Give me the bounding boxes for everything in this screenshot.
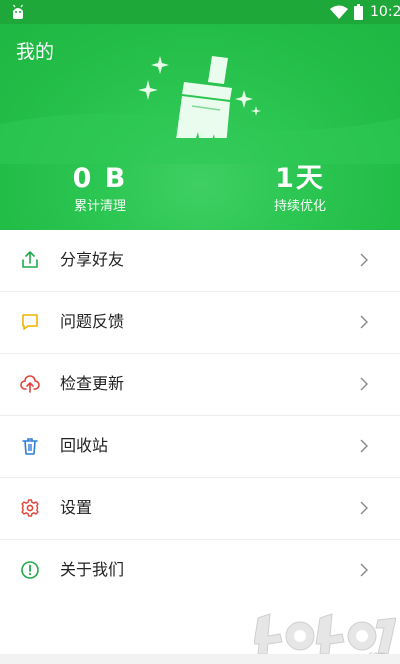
stat-optimized: 1天 持续优化 xyxy=(230,162,370,216)
page-title: 我的 xyxy=(16,41,55,63)
menu-item-about-label: 关于我们 xyxy=(60,560,125,579)
profile-header: 我的 0 B 累计清理 1天 持续优化 xyxy=(0,24,400,230)
stat-optimized-value: 1天 xyxy=(275,163,325,194)
menu-item-settings[interactable]: 设置 xyxy=(0,478,400,540)
chevron-right-icon xyxy=(360,377,368,391)
menu-item-recycle-bin[interactable]: 回收站 xyxy=(0,416,400,478)
stat-cleaned: 0 B 累计清理 xyxy=(30,162,170,216)
chevron-right-icon xyxy=(360,315,368,329)
menu-item-share-label: 分享好友 xyxy=(60,250,125,269)
chevron-right-icon xyxy=(360,253,368,267)
menu-item-update-label: 检查更新 xyxy=(60,374,125,393)
trash-icon xyxy=(22,438,38,455)
gear-icon xyxy=(21,499,39,517)
settings-menu: 分享好友 问题反馈 检查更新 回收站 设置 关于我们 xyxy=(0,230,400,601)
menu-item-settings-label: 设置 xyxy=(60,498,93,517)
status-time: 10:28 xyxy=(370,4,400,20)
wifi-icon xyxy=(330,5,348,19)
menu-item-update[interactable]: 检查更新 xyxy=(0,354,400,416)
cloud-upload-icon xyxy=(20,375,40,393)
bottom-navigation-edge xyxy=(0,654,400,664)
stat-cleaned-value: 0 B xyxy=(72,163,128,194)
broom-sparkle-icon xyxy=(138,56,261,138)
stat-cleaned-label: 累计清理 xyxy=(73,199,126,214)
android-icon xyxy=(13,4,23,19)
stat-optimized-label: 持续优化 xyxy=(273,199,326,214)
watermark-logo: .com xyxy=(254,613,396,658)
info-icon xyxy=(21,561,39,579)
menu-item-about[interactable]: 关于我们 xyxy=(0,540,400,601)
chevron-right-icon xyxy=(360,563,368,577)
chevron-right-icon xyxy=(360,439,368,453)
feedback-icon xyxy=(22,314,38,330)
share-icon xyxy=(22,251,38,268)
menu-item-feedback[interactable]: 问题反馈 xyxy=(0,292,400,354)
menu-item-share[interactable]: 分享好友 xyxy=(0,230,400,292)
menu-item-feedback-label: 问题反馈 xyxy=(60,312,125,331)
status-bar: 10:28 xyxy=(0,0,400,24)
chevron-right-icon xyxy=(360,501,368,515)
battery-icon xyxy=(354,4,363,20)
menu-item-recycle-bin-label: 回收站 xyxy=(60,436,109,455)
